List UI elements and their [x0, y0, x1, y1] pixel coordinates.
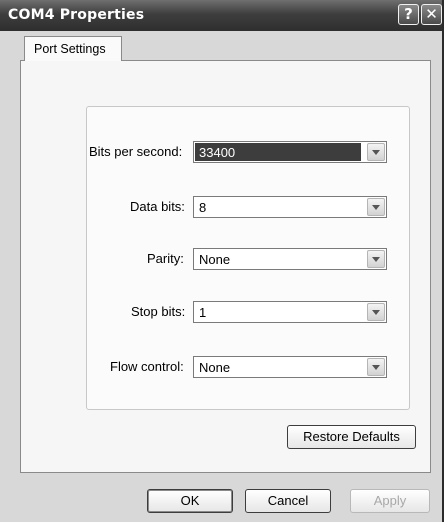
window-title: COM4 Properties: [8, 7, 145, 23]
flow-control-select[interactable]: None: [193, 356, 387, 378]
chevron-down-icon[interactable]: [367, 143, 385, 161]
bits-per-second-select[interactable]: 33400: [193, 141, 387, 163]
bits-per-second-label: Bits per second:: [89, 144, 182, 159]
flow-control-label-text: Flow control:: [110, 359, 184, 374]
restore-defaults-button[interactable]: Restore Defaults: [287, 425, 416, 449]
properties-window: COM4 Properties ? ✕ Port Settings Bits p…: [0, 0, 444, 522]
close-icon: ✕: [425, 5, 438, 23]
data-bits-label-text: Data bits:: [130, 199, 185, 214]
ok-label: OK: [180, 493, 200, 508]
parity-label-text: Parity:: [147, 251, 184, 266]
stop-bits-select[interactable]: 1: [193, 301, 387, 323]
chevron-down-icon[interactable]: [367, 358, 385, 376]
cancel-button[interactable]: Cancel: [245, 489, 331, 513]
ok-button[interactable]: OK: [147, 489, 233, 513]
parity-value: None: [199, 252, 231, 267]
flow-control-label: Flow control:: [110, 359, 184, 374]
flow-control-value: None: [199, 360, 231, 375]
chevron-down-icon[interactable]: [367, 250, 385, 268]
cancel-label: Cancel: [267, 493, 309, 508]
bits-per-second-value: 33400: [199, 145, 236, 160]
data-bits-label: Data bits:: [130, 199, 185, 214]
parity-label: Parity:: [147, 251, 184, 266]
data-bits-select[interactable]: 8: [193, 196, 387, 218]
parity-select[interactable]: None: [193, 248, 387, 270]
tab-port-settings[interactable]: Port Settings: [24, 36, 122, 61]
chevron-down-icon[interactable]: [367, 303, 385, 321]
bits-per-second-label-text: Bits per second:: [89, 144, 183, 159]
apply-button[interactable]: Apply: [350, 489, 430, 513]
close-button[interactable]: ✕: [421, 4, 442, 25]
restore-defaults-label: Restore Defaults: [303, 429, 400, 444]
stop-bits-label: Stop bits:: [131, 304, 185, 319]
help-icon: ?: [404, 5, 413, 23]
help-button[interactable]: ?: [398, 4, 419, 25]
stop-bits-label-text: Stop bits:: [131, 304, 186, 319]
apply-label: Apply: [373, 493, 407, 508]
title-bar[interactable]: COM4 Properties ? ✕: [0, 0, 442, 31]
chevron-down-icon[interactable]: [367, 198, 385, 216]
tab-label: Port Settings: [34, 42, 106, 56]
stop-bits-value: 1: [199, 305, 207, 320]
data-bits-value: 8: [199, 200, 207, 215]
